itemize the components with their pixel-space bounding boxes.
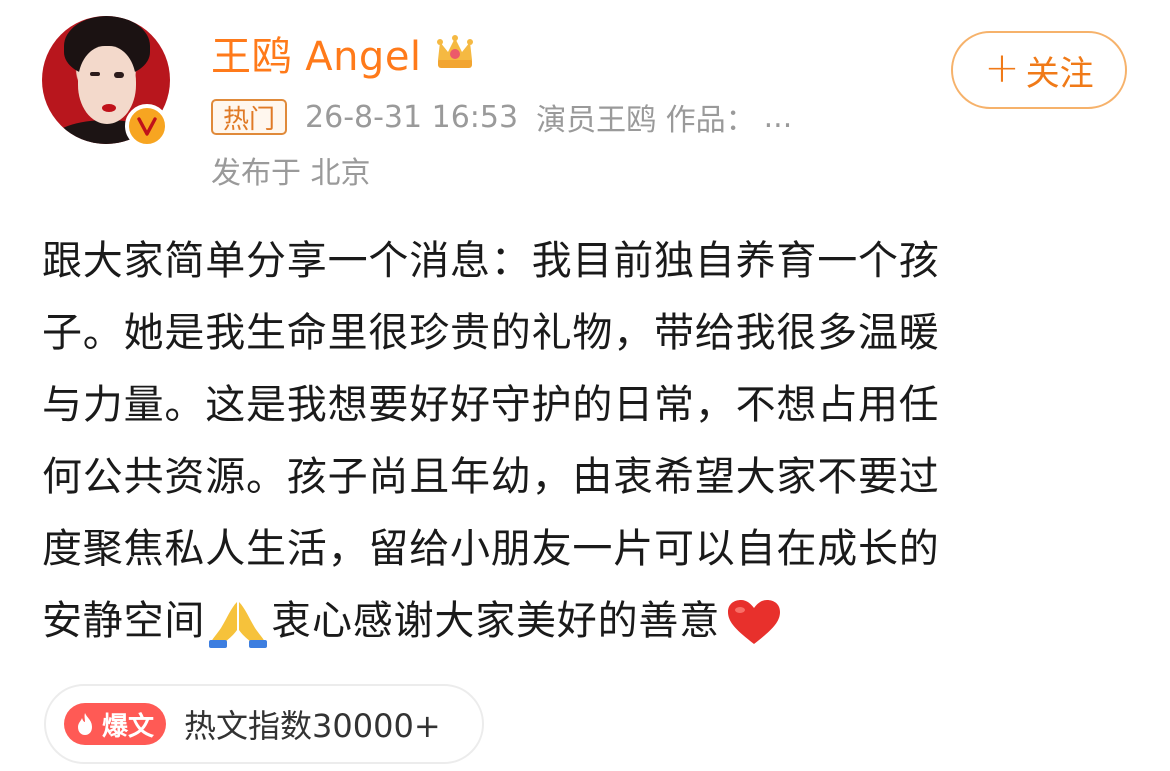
avatar-eye — [114, 72, 124, 78]
baowen-badge-label: 爆文 — [102, 711, 155, 742]
avatar-eye — [90, 72, 100, 76]
post-location: 发布于 北京 — [211, 156, 371, 191]
hot-index-text: 热文指数30000+ — [184, 707, 441, 745]
crown-icon — [436, 35, 473, 68]
post-text-line: 何公共资源。孩子尚且年幼，由衷希望大家不要过 — [42, 454, 940, 500]
post-meta: 热门 26-8-31 16:53 演员王鸥 作品： ... — [211, 95, 792, 139]
post-text-line: 与力量。这是我想要好好守护的日常，不想占用任 — [42, 382, 940, 428]
avatar-face — [78, 46, 136, 124]
v-verified-icon — [125, 104, 169, 148]
post-text-line: 跟大家简单分享一个消息：我目前独自养育一个孩 — [42, 238, 940, 284]
post-source-more[interactable]: ... — [764, 100, 793, 135]
follow-button-label: 关注 — [1025, 53, 1094, 94]
avatar-lips — [102, 104, 116, 112]
flame-icon — [78, 713, 92, 735]
heart-icon — [728, 600, 781, 644]
post-text-line-last: 安静空间 衷心感谢大家美好的善意 — [42, 585, 1132, 657]
baowen-badge: 爆文 — [64, 703, 167, 745]
post-text: 跟大家简单分享一个消息：我目前独自养育一个孩 子。她是我生命里很珍贵的礼物，带给… — [42, 225, 1132, 657]
author-row: 王鸥 Angel — [211, 24, 478, 82]
post-timestamp: 26-8-31 16:53 — [305, 99, 519, 135]
plus-icon: + — [984, 43, 1020, 92]
follow-button[interactable]: + 关注 — [951, 31, 1127, 109]
hot-index-pill[interactable]: 爆文 热文指数30000+ — [44, 684, 484, 764]
author-name[interactable]: 王鸥 Angel — [211, 24, 422, 82]
v-glyph — [137, 117, 157, 136]
post-text-line: 子。她是我生命里很珍贵的礼物，带给我很多温暖 — [42, 310, 940, 356]
post-text-segment: 安静空间 — [42, 598, 206, 644]
pray-icon — [209, 602, 268, 648]
hot-tag: 热门 — [211, 99, 288, 135]
weibo-post-card: 王鸥 Angel 热门 26-8-31 16:53 演员王鸥 作品： ... 发… — [0, 0, 1170, 771]
post-source[interactable]: 演员王鸥 作品： — [536, 95, 756, 139]
post-text-line: 度聚焦私人生活，留给小朋友一片可以自在成长的 — [42, 526, 940, 572]
post-text-segment: 衷心感谢大家美好的善意 — [271, 598, 721, 644]
